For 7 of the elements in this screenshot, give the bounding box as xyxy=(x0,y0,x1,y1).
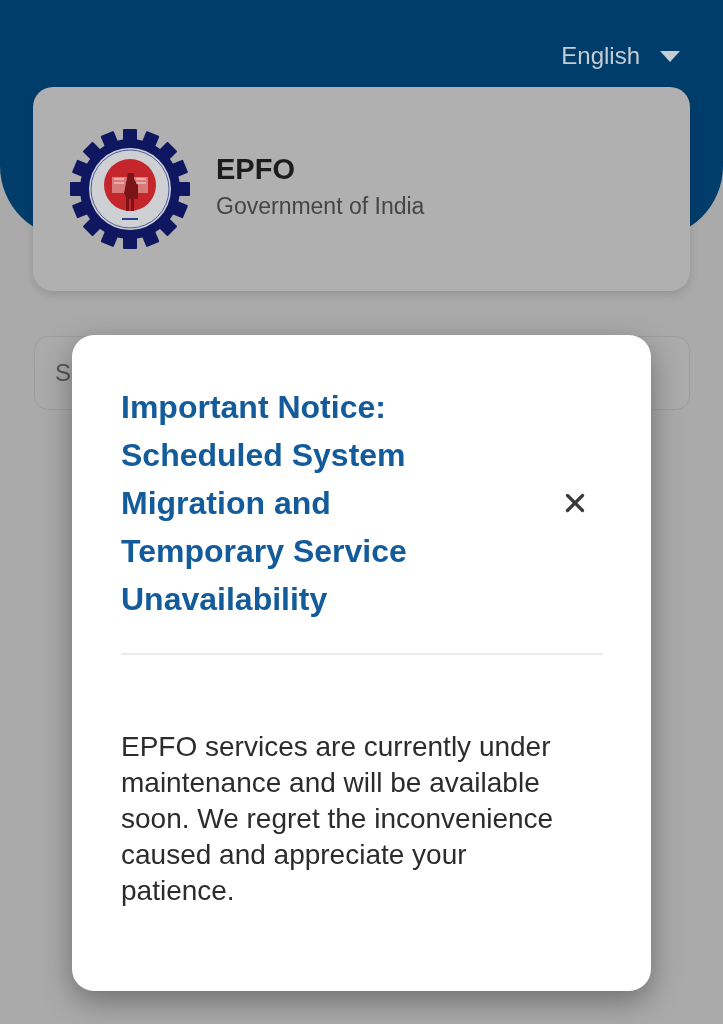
gear-emblem-icon xyxy=(70,129,190,249)
dialog-title: Important Notice: Scheduled System Migration and Temporary Service Unavailability xyxy=(121,388,408,619)
org-subtitle: Government of India xyxy=(216,192,425,221)
org-name: EPFO xyxy=(216,152,296,187)
caret-down-icon xyxy=(660,50,680,62)
language-dropdown[interactable]: English xyxy=(561,40,680,72)
dialog-message: EPFO services are currently under maintenance and will be available soon. We regret the inconvenience caused and appreciate your patience. xyxy=(121,730,555,908)
